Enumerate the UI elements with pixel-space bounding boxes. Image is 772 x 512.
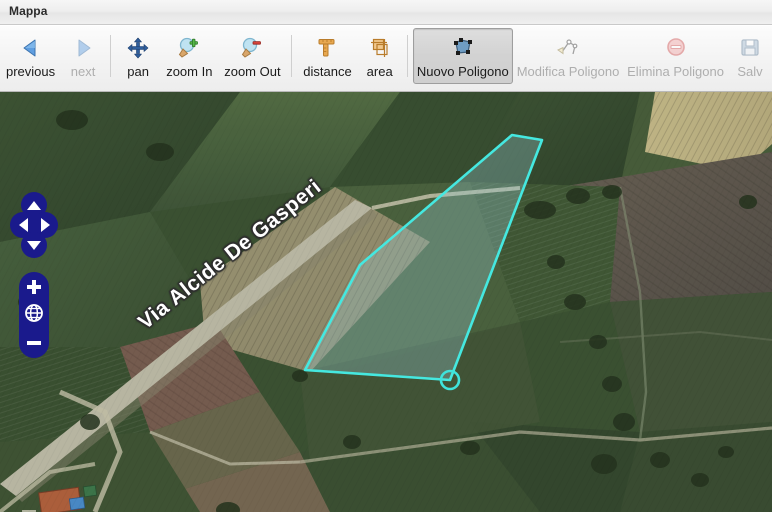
toolbar-button-area[interactable]: area: [358, 28, 402, 84]
toolbar-button-next[interactable]: next: [61, 28, 105, 84]
toolbar-label-next: next: [70, 64, 96, 79]
zoom-in-button[interactable]: [19, 274, 49, 300]
toolbar-button-distance[interactable]: distance: [297, 28, 357, 84]
plus-icon: [27, 280, 41, 294]
toolbar-button-modifica-poligono[interactable]: Modifica Poligono: [513, 28, 623, 84]
toolbar-button-elimina-poligono[interactable]: Elimina Poligono: [623, 28, 728, 84]
map-application-window: Mappa previous next pan zoom In zoom Out…: [0, 0, 772, 512]
toolbar-label-modifica-poligono: Modifica Poligono: [516, 64, 620, 79]
arrow-left-icon: [16, 35, 46, 61]
toolbar-button-previous[interactable]: previous: [0, 28, 61, 84]
toolbar-label-zoom-out: zoom Out: [224, 64, 281, 79]
arrow-right-icon: [68, 35, 98, 61]
new-polygon-icon: [448, 35, 478, 61]
map-navigation-widget: [10, 192, 58, 358]
toolbar-separator: [291, 35, 293, 77]
pan-down-button[interactable]: [21, 232, 47, 258]
toolbar-label-elimina-poligono: Elimina Poligono: [627, 64, 724, 79]
toolbar-label-nuovo-poligono: Nuovo Poligono: [416, 64, 509, 79]
save-icon: [735, 35, 765, 61]
area-crop-icon: [365, 35, 395, 61]
map-toolbar: previous next pan zoom In zoom Out dista…: [0, 26, 772, 92]
toolbar-label-area: area: [366, 64, 393, 79]
toolbar-button-salva[interactable]: Salv: [728, 28, 772, 84]
ruler-icon: [312, 35, 342, 61]
toolbar-separator: [110, 35, 112, 77]
pan-control: [10, 192, 58, 260]
triangle-down-icon: [27, 240, 41, 250]
triangle-up-icon: [27, 200, 41, 210]
edit-polygon-icon: [553, 35, 583, 61]
satellite-imagery: [0, 92, 772, 512]
delete-forbidden-icon: [661, 35, 691, 61]
pan-move-icon: [123, 35, 153, 61]
zoom-world-button[interactable]: [19, 300, 49, 330]
toolbar-label-salva: Salv: [737, 64, 763, 79]
zoom-control: [19, 272, 49, 358]
toolbar-button-nuovo-poligono[interactable]: Nuovo Poligono: [412, 28, 513, 84]
minus-icon: [27, 341, 41, 345]
toolbar-button-zoom-out[interactable]: zoom Out: [219, 28, 287, 84]
toolbar-separator: [406, 35, 408, 77]
toolbar-label-pan: pan: [127, 64, 149, 79]
toolbar-button-pan[interactable]: pan: [116, 28, 160, 84]
toolbar-label-zoom-in: zoom In: [166, 64, 213, 79]
zoom-in-icon: [174, 35, 204, 61]
triangle-right-icon: [40, 218, 50, 232]
zoom-out-icon: [237, 35, 267, 61]
toolbar-label-previous: previous: [5, 64, 56, 79]
window-title: Mappa: [9, 4, 48, 18]
toolbar-label-distance: distance: [303, 64, 352, 79]
globe-icon: [23, 302, 45, 329]
zoom-out-button[interactable]: [19, 330, 49, 356]
window-titlebar: Mappa: [0, 0, 772, 25]
toolbar-button-zoom-in[interactable]: zoom In: [160, 28, 218, 84]
triangle-left-icon: [18, 218, 28, 232]
map-canvas[interactable]: Via Alcide De Gasperi: [0, 92, 772, 512]
